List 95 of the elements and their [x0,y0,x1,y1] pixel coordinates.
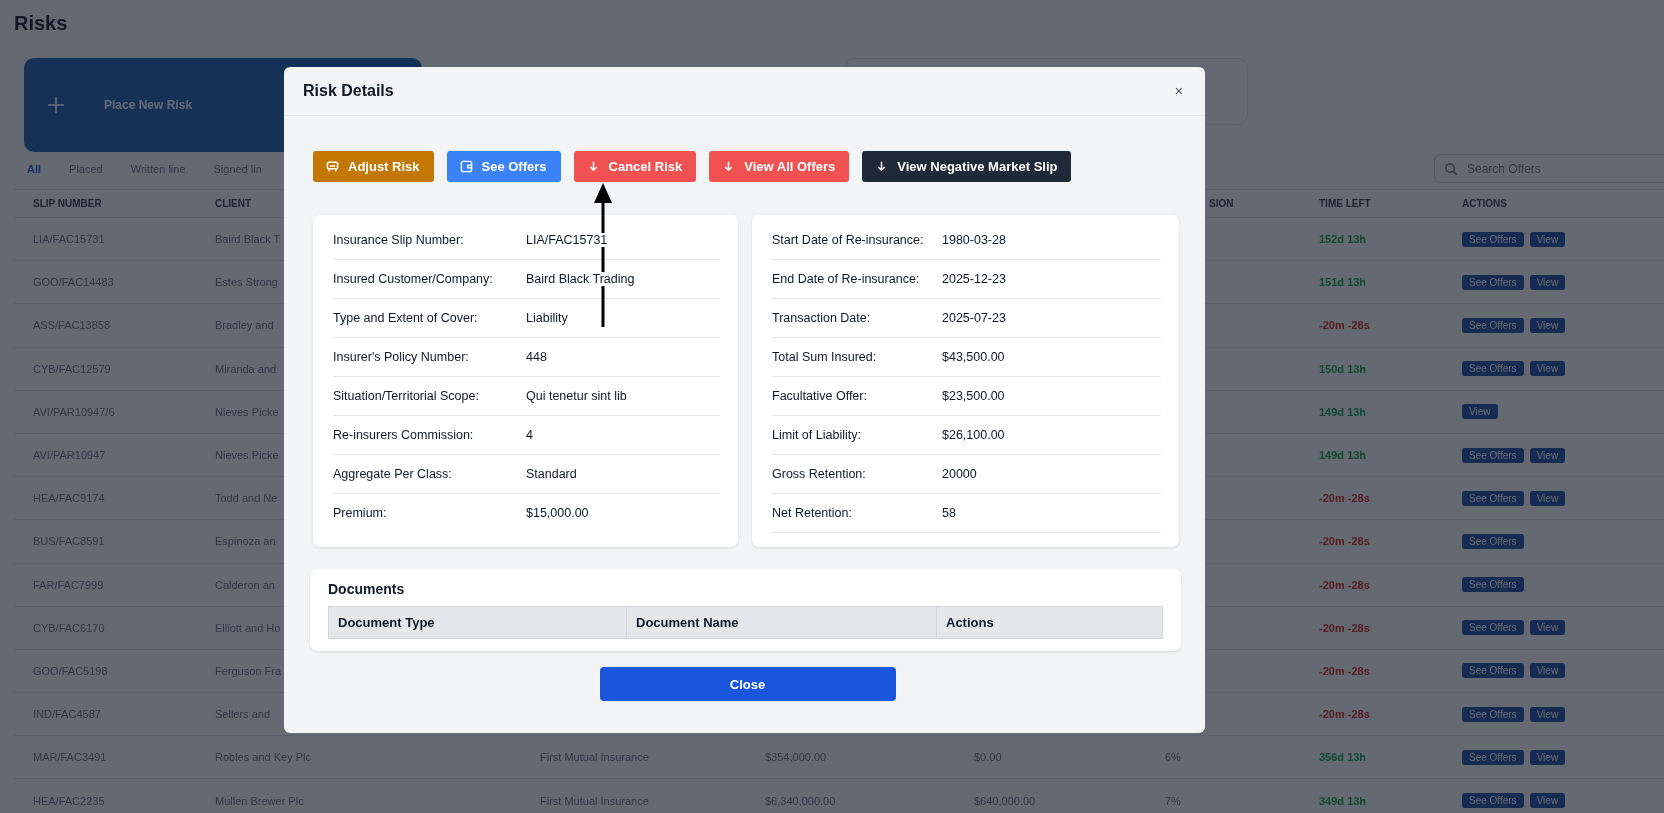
time-left: 149d 13h [1319,405,1367,418]
action-button[interactable]: Cancel Risk [573,151,697,182]
field-value: 4 [526,428,533,442]
wallet-icon [459,160,473,173]
field-label: Aggregate Per Class: [333,467,453,481]
field-value: 2025-12-23 [942,272,1006,286]
field-value: $26,100.00 [942,428,1005,442]
field-label: Insurer's Policy Number: [333,350,470,364]
row-action-button[interactable]: See Offers [1462,793,1524,809]
time-left: -20m -28s [1319,492,1370,505]
column-header: Document Name [636,615,739,630]
column-header: Document Type [338,615,435,630]
row-action-button[interactable]: View [1529,361,1566,377]
field-value: 20000 [942,467,977,481]
close-dialog-button[interactable]: Close [599,667,896,701]
field-label: Premium: [333,506,388,520]
time-left: 152d 13h [1319,233,1367,246]
row-action-button[interactable]: View [1529,793,1566,809]
field-value: 2025-07-23 [942,311,1006,325]
field-label: Start Date of Re-insurance: [772,233,925,247]
column-header: SLIP NUMBER [33,198,102,209]
time-left: 149d 13h [1319,449,1367,462]
action-button[interactable]: View All Offers [709,151,850,182]
row-action-button[interactable]: See Offers [1462,231,1524,247]
row-action-button[interactable]: View [1529,231,1566,247]
column-header: SION [1209,198,1234,209]
row-action-button[interactable]: View [1529,447,1566,463]
column-header: Actions [946,615,994,630]
time-left: 151d 13h [1319,276,1367,289]
row-action-button[interactable]: View [1529,706,1566,722]
field-value: $43,500.00 [942,350,1005,364]
time-left: 349d 13h [1319,794,1367,807]
field-label: Gross Retention: [772,467,867,481]
row-action-button[interactable]: See Offers [1462,533,1524,549]
row-action-button[interactable]: See Offers [1462,274,1524,290]
row-action-button[interactable]: See Offers [1462,706,1524,722]
field-value: $23,500.00 [942,389,1005,403]
row-action-button[interactable]: See Offers [1462,490,1524,506]
field-label: Situation/Territorial Scope: [333,389,480,403]
column-header: TIME LEFT [1319,198,1371,209]
row-action-button[interactable]: See Offers [1462,620,1524,636]
close-button[interactable]: × [1170,83,1187,99]
field-label: Insurance Slip Number: [333,233,465,247]
time-left: -20m -28s [1319,664,1370,677]
field-value: 448 [526,350,547,364]
row-action-button[interactable]: See Offers [1462,663,1524,679]
time-left: -20m -28s [1319,578,1370,591]
row-action-button[interactable]: See Offers [1462,447,1524,463]
field-value: LIA/FAC15731 [526,233,608,247]
row-action-button[interactable]: View [1529,749,1566,765]
time-left: -20m -28s [1319,319,1370,332]
row-action-button[interactable]: See Offers [1462,317,1524,333]
row-action-button[interactable]: View [1529,274,1566,290]
page-title: Risks [13,11,69,36]
field-value: $15,000.00 [526,506,589,520]
row-action-button[interactable]: View [1529,490,1566,506]
field-label: Insured Customer/Company: [333,272,494,286]
plus-icon [46,95,66,115]
search-icon [1444,162,1458,176]
time-left: -20m -28s [1319,535,1370,548]
field-label: End Date of Re-insurance: [772,272,921,286]
field-label: Limit of Liability: [772,428,862,442]
column-header: CLIENT [215,198,252,209]
time-left: -20m -28s [1319,708,1370,721]
action-button[interactable]: Adjust Risk [313,151,434,182]
sofa-icon [326,160,339,173]
time-left: 356d 13h [1319,751,1367,764]
row-action-button[interactable]: See Offers [1462,577,1524,593]
action-button[interactable]: See Offers [446,151,561,182]
field-label: Type and Extent of Cover: [333,311,479,325]
field-value: Standard [526,467,577,481]
time-left: -20m -28s [1319,621,1370,634]
row-action-button[interactable]: See Offers [1462,361,1524,377]
section-title: Documents [328,581,406,597]
field-value: Liability [526,311,568,325]
time-left: 150d 13h [1319,362,1367,375]
dialog-title: Risk Details [303,82,394,100]
row-action-button[interactable]: View [1529,317,1566,333]
field-value: Qui tenetur sint lib [526,389,627,403]
action-button[interactable]: View Negative Market Slip [862,151,1072,182]
row-action-button[interactable]: View [1529,663,1566,679]
row-action-button[interactable]: See Offers [1462,749,1524,765]
field-value: 58 [942,506,956,520]
row-action-button[interactable]: View [1462,404,1498,420]
row-action-button[interactable]: View [1529,620,1566,636]
field-label: Total Sum Insured: [772,350,878,364]
field-label: Facultative Offer: [772,389,868,403]
column-header: ACTIONS [1462,198,1507,209]
field-label: Net Retention: [772,506,853,520]
field-value: Baird Black Trading [526,272,635,286]
field-value: 1980-03-28 [942,233,1006,247]
filter-tab[interactable]: All [27,162,42,175]
card-label: Place New Risk [104,98,193,112]
field-label: Transaction Date: [772,311,872,325]
field-label: Re-insurers Commission: [333,428,475,442]
